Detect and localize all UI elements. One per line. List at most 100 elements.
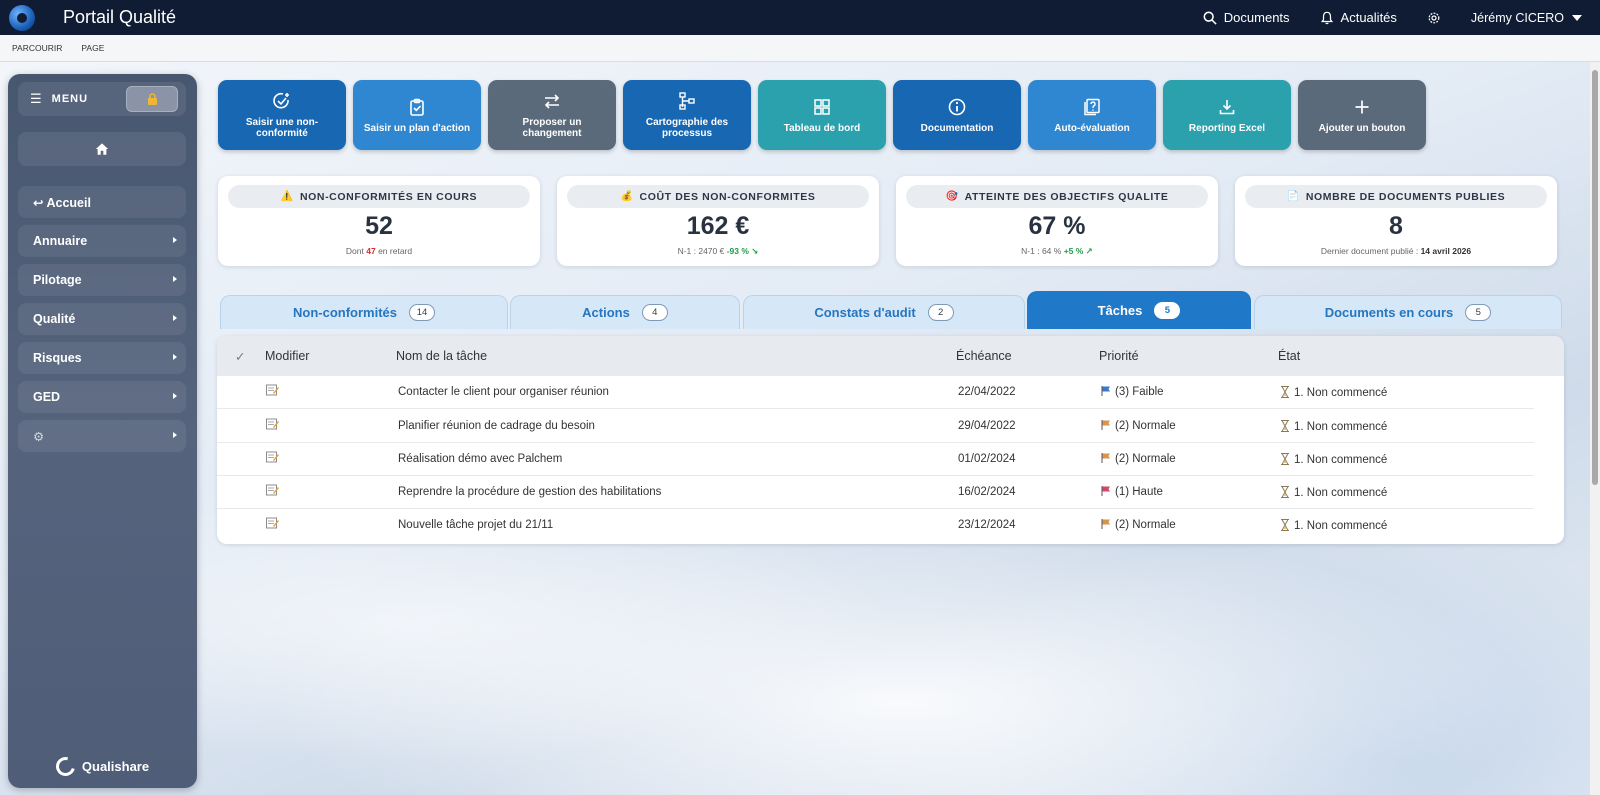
tab-non-conformites[interactable]: Non-conformités 14 <box>220 295 508 329</box>
documents-link[interactable]: Documents <box>1203 10 1290 25</box>
kpi-card-objectifs[interactable]: 🎯 ATTEINTE DES OBJECTIFS QUALITE 67 % N-… <box>896 176 1218 266</box>
kpi-subtext: N-1 : 64 % +5 % ↗ <box>896 246 1218 257</box>
quick-button-auto-evaluation[interactable]: Auto-évaluation <box>1028 80 1156 150</box>
column-header-nom[interactable]: Nom de la tâche <box>396 349 487 363</box>
kpi-sub-highlight: +5 % ↗ <box>1063 246 1093 256</box>
news-link[interactable]: Actualités <box>1320 10 1397 25</box>
question-doc-icon <box>1084 98 1100 115</box>
lock-button[interactable] <box>126 86 178 112</box>
home-icon <box>95 143 109 155</box>
quick-button-changement[interactable]: Proposer un changement <box>488 80 616 150</box>
edit-icon[interactable] <box>266 384 279 396</box>
edit-icon[interactable] <box>266 451 279 463</box>
kpi-card-documents[interactable]: 📄 NOMBRE DE DOCUMENTS PUBLIES 8 Dernier … <box>1235 176 1557 266</box>
tab-label: Documents en cours <box>1324 305 1454 320</box>
user-name: Jérémy CICERO <box>1470 10 1564 25</box>
table-row[interactable]: Nouvelle tâche projet du 21/11 23/12/202… <box>217 509 1534 542</box>
quick-button-reporting-excel[interactable]: Reporting Excel <box>1163 80 1291 150</box>
kpi-sub-highlight: 14 avril 2026 <box>1420 246 1472 256</box>
quick-button-plan-action[interactable]: Saisir un plan d'action <box>353 80 481 150</box>
task-name[interactable]: Reprendre la procédure de gestion des ha… <box>398 486 661 498</box>
task-priority: (2) Normale <box>1101 420 1176 432</box>
table-row[interactable]: Contacter le client pour organiser réuni… <box>217 376 1534 409</box>
clipboard-check-icon <box>410 98 424 116</box>
column-header-priorite[interactable]: Priorité <box>1099 349 1139 363</box>
quick-button-label: Reporting Excel <box>1188 122 1266 134</box>
kpi-value: 8 <box>1389 212 1403 240</box>
task-name[interactable]: Réalisation démo avec Palchem <box>398 453 562 465</box>
page-scrollbar-thumb[interactable] <box>1592 70 1598 485</box>
kpi-value: 52 <box>365 212 393 240</box>
column-header-etat[interactable]: État <box>1278 349 1300 363</box>
task-name[interactable]: Contacter le client pour organiser réuni… <box>398 386 609 398</box>
ribbon-bar: PARCOURIR PAGE <box>0 35 1600 62</box>
table-header: ✓ Modifier Nom de la tâche Échéance Prio… <box>217 336 1564 376</box>
table-row[interactable]: Planifier réunion de cadrage du besoin 2… <box>217 410 1534 443</box>
chevron-right-icon <box>173 276 177 282</box>
kpi-header: 🎯 ATTEINTE DES OBJECTIFS QUALITE <box>906 185 1208 208</box>
quick-button-label: Saisir une non-conformité <box>245 117 319 139</box>
home-button[interactable] <box>18 132 186 166</box>
column-header-modifier[interactable]: Modifier <box>265 349 309 363</box>
bell-icon <box>1320 11 1333 24</box>
priority-label: (2) Normale <box>1115 453 1176 465</box>
edit-icon[interactable] <box>266 418 279 430</box>
sidebar-item-settings[interactable]: ⚙ <box>18 420 186 452</box>
task-name[interactable]: Planifier réunion de cadrage du besoin <box>398 420 595 432</box>
gear-icon <box>1428 12 1440 23</box>
table-row[interactable]: Réalisation démo avec Palchem 01/02/2024… <box>217 443 1534 476</box>
kpi-subtext: N-1 : 2470 € -93 % ↘ <box>557 246 879 257</box>
quick-button-non-conformite[interactable]: Saisir une non-conformité <box>218 80 346 150</box>
menu-header[interactable]: ☰ MENU <box>18 82 186 116</box>
hamburger-icon: ☰ <box>30 91 42 106</box>
kpi-card-cout[interactable]: 💰 COÛT DES NON-CONFORMITES 162 € N-1 : 2… <box>557 176 879 266</box>
hourglass-icon <box>1281 420 1289 432</box>
kpi-header: 📄 NOMBRE DE DOCUMENTS PUBLIES <box>1245 185 1547 208</box>
kpi-sub-prefix: Dernier document publié : <box>1320 246 1419 256</box>
settings-button[interactable] <box>1427 11 1441 25</box>
task-priority: (3) Faible <box>1101 386 1164 398</box>
select-all-checkbox[interactable]: ✓ <box>235 349 245 364</box>
edit-icon[interactable] <box>266 484 279 496</box>
sidebar-item-ged[interactable]: GED <box>18 381 186 413</box>
quick-button-label: Tableau de bord <box>783 122 861 134</box>
app-logo-icon[interactable] <box>9 4 35 31</box>
task-name[interactable]: Nouvelle tâche projet du 21/11 <box>398 519 553 531</box>
kpi-card-non-conformites[interactable]: ⚠️ NON-CONFORMITÉS EN COURS 52 Dont 47 e… <box>218 176 540 266</box>
kpi-title: ATTEINTE DES OBJECTIFS QUALITE <box>964 190 1169 203</box>
tab-actions[interactable]: Actions 4 <box>510 295 740 329</box>
top-bar: Portail Qualité Documents Actualités Jér… <box>0 0 1600 35</box>
flag-icon <box>1101 453 1110 463</box>
gear-icon: ⚙ <box>33 429 45 444</box>
tab-taches[interactable]: Tâches 5 <box>1027 291 1251 329</box>
check-plus-icon <box>273 92 289 109</box>
tab-constats-audit[interactable]: Constats d'audit 2 <box>743 295 1025 329</box>
ribbon-tab-page[interactable]: PAGE <box>81 43 104 53</box>
documents-label: Documents <box>1223 10 1290 25</box>
quick-button-documentation[interactable]: Documentation <box>893 80 1021 150</box>
sidebar-item-pilotage[interactable]: Pilotage <box>18 264 186 296</box>
sidebar-item-risques[interactable]: Risques <box>18 342 186 374</box>
tab-label: Non-conformités <box>293 305 397 320</box>
quick-button-label: Auto-évaluation <box>1054 122 1130 134</box>
table-row[interactable]: Reprendre la procédure de gestion des ha… <box>217 476 1534 509</box>
hourglass-icon <box>1281 519 1289 531</box>
sidebar-item-label: ↩ Accueil <box>33 195 91 210</box>
quick-button-cartographie[interactable]: Cartographie des processus <box>623 80 751 150</box>
task-state: 1. Non commencé <box>1280 453 1387 466</box>
ribbon-tab-parcourir[interactable]: PARCOURIR <box>12 43 62 53</box>
quick-button-tableau-de-bord[interactable]: Tableau de bord <box>758 80 886 150</box>
kpi-title: NOMBRE DE DOCUMENTS PUBLIES <box>1305 190 1506 203</box>
column-header-echeance[interactable]: Échéance <box>956 349 1012 363</box>
task-state: 1. Non commencé <box>1280 486 1387 499</box>
sidebar-item-accueil[interactable]: ↩ Accueil <box>18 186 186 218</box>
tab-count-badge: 14 <box>409 304 435 321</box>
priority-label: (1) Haute <box>1115 486 1163 498</box>
user-menu[interactable]: Jérémy CICERO <box>1471 11 1582 25</box>
sidebar-item-annuaire[interactable]: Annuaire <box>18 225 186 257</box>
edit-icon[interactable] <box>266 517 279 529</box>
kpi-value: 67 % <box>1028 212 1086 240</box>
tab-documents-en-cours[interactable]: Documents en cours 5 <box>1254 295 1562 329</box>
quick-button-ajouter[interactable]: Ajouter un bouton <box>1298 80 1426 150</box>
sidebar-item-qualite[interactable]: Qualité <box>18 303 186 335</box>
